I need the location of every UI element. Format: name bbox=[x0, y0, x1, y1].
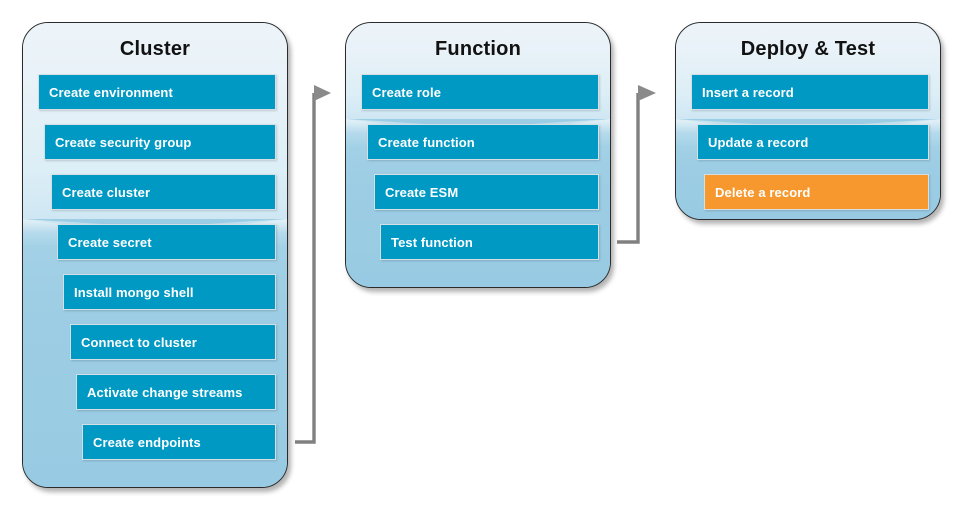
step-box[interactable]: Create role bbox=[361, 74, 599, 110]
step-box[interactable]: Update a record bbox=[697, 124, 929, 160]
step-box[interactable]: Install mongo shell bbox=[63, 274, 276, 310]
panel-title-function: Function bbox=[434, 38, 522, 60]
step-box[interactable]: Connect to cluster bbox=[70, 324, 276, 360]
step-label: Activate change streams bbox=[87, 384, 243, 400]
step-box[interactable]: Create security group bbox=[44, 124, 276, 160]
step-label: Update a record bbox=[708, 134, 809, 150]
step-label: Test function bbox=[391, 234, 473, 250]
step-box[interactable]: Insert a record bbox=[691, 74, 929, 110]
step-label: Create endpoints bbox=[93, 434, 201, 450]
step-box[interactable]: Create function bbox=[367, 124, 599, 160]
step-label: Create ESM bbox=[385, 184, 459, 200]
step-label: Create security group bbox=[55, 134, 192, 150]
panel-title-deploy-test: Deploy & Test bbox=[740, 38, 876, 60]
step-label: Create function bbox=[378, 134, 475, 150]
step-label: Create environment bbox=[49, 84, 173, 100]
panel-function: Function Create role Create function Cre… bbox=[345, 22, 611, 288]
step-box[interactable]: Create secret bbox=[57, 224, 276, 260]
step-label: Install mongo shell bbox=[74, 284, 194, 300]
panel-title-cluster: Cluster bbox=[119, 38, 191, 60]
step-label: Create secret bbox=[68, 234, 152, 250]
diagram-canvas: Cluster Create environment Create securi… bbox=[0, 0, 965, 505]
connector-cluster-to-function bbox=[288, 80, 350, 455]
step-label: Connect to cluster bbox=[81, 334, 197, 350]
step-label: Create role bbox=[372, 84, 442, 100]
step-box[interactable]: Create endpoints bbox=[82, 424, 276, 460]
step-label: Create cluster bbox=[62, 184, 151, 200]
step-label: Delete a record bbox=[715, 184, 811, 200]
step-box[interactable]: Create environment bbox=[38, 74, 276, 110]
step-box[interactable]: Create ESM bbox=[374, 174, 599, 210]
step-box[interactable]: Activate change streams bbox=[76, 374, 276, 410]
panel-cluster: Cluster Create environment Create securi… bbox=[22, 22, 288, 488]
step-box[interactable]: Create cluster bbox=[51, 174, 276, 210]
step-box-highlighted[interactable]: Delete a record bbox=[704, 174, 929, 210]
step-box[interactable]: Test function bbox=[380, 224, 599, 260]
connector-function-to-deploy bbox=[611, 80, 677, 255]
step-label: Insert a record bbox=[702, 84, 794, 100]
panel-deploy-test: Deploy & Test Insert a record Update a r… bbox=[675, 22, 941, 220]
